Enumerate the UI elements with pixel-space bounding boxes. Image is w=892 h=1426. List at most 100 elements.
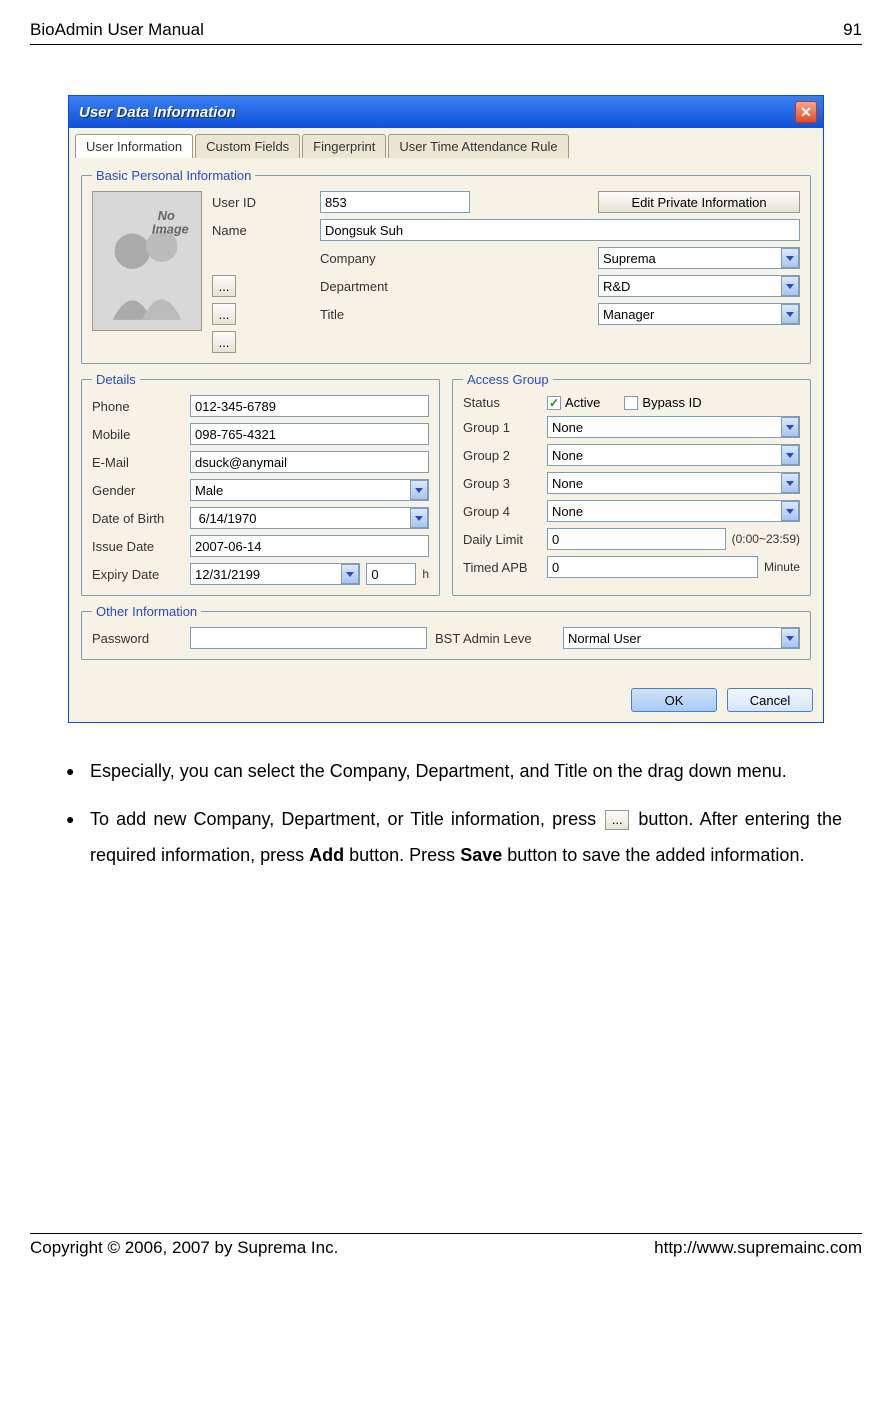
department-label: Department bbox=[320, 279, 590, 294]
gender-label: Gender bbox=[92, 483, 182, 498]
daily-limit-input[interactable] bbox=[547, 528, 726, 550]
cancel-button[interactable]: Cancel bbox=[727, 688, 813, 712]
bst-admin-level-value[interactable] bbox=[563, 627, 800, 649]
other-legend: Other Information bbox=[92, 604, 201, 619]
phone-input[interactable] bbox=[190, 395, 429, 417]
chevron-down-icon[interactable] bbox=[781, 445, 799, 465]
group1-select[interactable] bbox=[547, 416, 800, 438]
timed-apb-label: Timed APB bbox=[463, 560, 539, 575]
chevron-down-icon[interactable] bbox=[781, 628, 799, 648]
other-information-group: Other Information Password BST Admin Lev… bbox=[81, 604, 811, 660]
status-label: Status bbox=[463, 395, 539, 410]
password-input[interactable] bbox=[190, 627, 427, 649]
phone-label: Phone bbox=[92, 399, 182, 414]
edit-private-button[interactable]: Edit Private Information bbox=[598, 191, 800, 213]
title-ellipsis-button[interactable]: ... bbox=[212, 331, 236, 353]
mobile-input[interactable] bbox=[190, 423, 429, 445]
basic-personal-info-group: Basic Personal Information No Image bbox=[81, 168, 811, 364]
group3-label: Group 3 bbox=[463, 476, 539, 491]
group4-select[interactable] bbox=[547, 500, 800, 522]
tab-user-time-attendance-rule[interactable]: User Time Attendance Rule bbox=[388, 134, 568, 158]
bypass-id-checkbox[interactable]: Bypass ID bbox=[624, 395, 701, 410]
tab-user-information[interactable]: User Information bbox=[75, 134, 193, 158]
chevron-down-icon[interactable] bbox=[781, 417, 799, 437]
chevron-down-icon[interactable] bbox=[781, 248, 799, 268]
issue-date-label: Issue Date bbox=[92, 539, 182, 554]
company-value[interactable] bbox=[598, 247, 800, 269]
dialog-title: User Data Information bbox=[75, 104, 236, 121]
group2-value[interactable] bbox=[547, 444, 800, 466]
dob-label: Date of Birth bbox=[92, 511, 182, 526]
expiry-hours-input[interactable] bbox=[366, 563, 416, 585]
group4-label: Group 4 bbox=[463, 504, 539, 519]
checkbox-checked-icon bbox=[547, 396, 561, 410]
group3-value[interactable] bbox=[547, 472, 800, 494]
daily-limit-hint: (0:00~23:59) bbox=[732, 532, 800, 546]
company-select[interactable] bbox=[598, 247, 800, 269]
user-id-input[interactable] bbox=[320, 191, 470, 213]
access-group-legend: Access Group bbox=[463, 372, 553, 387]
add-bold: Add bbox=[309, 845, 344, 865]
expiry-date-value[interactable] bbox=[190, 563, 360, 585]
gender-select[interactable] bbox=[190, 479, 429, 501]
timed-apb-unit: Minute bbox=[764, 560, 800, 574]
group1-value[interactable] bbox=[547, 416, 800, 438]
chevron-down-icon[interactable] bbox=[410, 508, 428, 528]
department-select[interactable] bbox=[598, 275, 800, 297]
header-left: BioAdmin User Manual bbox=[30, 20, 204, 40]
title-select[interactable] bbox=[598, 303, 800, 325]
expiry-h-label: h bbox=[422, 567, 429, 581]
expiry-date-label: Expiry Date bbox=[92, 567, 182, 582]
checkbox-icon bbox=[624, 396, 638, 410]
email-input[interactable] bbox=[190, 451, 429, 473]
tab-custom-fields[interactable]: Custom Fields bbox=[195, 134, 300, 158]
password-label: Password bbox=[92, 631, 182, 646]
expiry-date-select[interactable] bbox=[190, 563, 360, 585]
active-checkbox[interactable]: Active bbox=[547, 395, 600, 410]
bullet-2: To add new Company, Department, or Title… bbox=[90, 801, 842, 873]
daily-limit-label: Daily Limit bbox=[463, 532, 539, 547]
gender-value[interactable] bbox=[190, 479, 429, 501]
group2-select[interactable] bbox=[547, 444, 800, 466]
tab-fingerprint[interactable]: Fingerprint bbox=[302, 134, 386, 158]
tab-body: Basic Personal Information No Image bbox=[69, 158, 823, 678]
svg-text:Image: Image bbox=[152, 222, 189, 237]
bullet-2-text-c: button. Press bbox=[349, 845, 460, 865]
user-id-label: User ID bbox=[212, 195, 312, 210]
chevron-down-icon[interactable] bbox=[781, 304, 799, 324]
user-data-dialog: User Data Information ✕ User Information… bbox=[68, 95, 824, 723]
department-value[interactable] bbox=[598, 275, 800, 297]
user-photo[interactable]: No Image bbox=[92, 191, 202, 331]
company-ellipsis-button[interactable]: ... bbox=[212, 275, 236, 297]
group3-select[interactable] bbox=[547, 472, 800, 494]
dob-value[interactable] bbox=[190, 507, 429, 529]
group2-label: Group 2 bbox=[463, 448, 539, 463]
bypass-id-label: Bypass ID bbox=[642, 395, 701, 410]
svg-text:No: No bbox=[158, 208, 175, 223]
group4-value[interactable] bbox=[547, 500, 800, 522]
bst-admin-level-label: BST Admin Leve bbox=[435, 631, 555, 646]
chevron-down-icon[interactable] bbox=[781, 473, 799, 493]
ok-button[interactable]: OK bbox=[631, 688, 717, 712]
save-bold: Save bbox=[460, 845, 502, 865]
close-icon: ✕ bbox=[800, 104, 812, 121]
footer-right: http://www.supremainc.com bbox=[654, 1238, 862, 1258]
dialog-button-row: OK Cancel bbox=[69, 678, 823, 722]
name-input[interactable] bbox=[320, 219, 800, 241]
timed-apb-input[interactable] bbox=[547, 556, 758, 578]
name-label: Name bbox=[212, 223, 312, 238]
department-ellipsis-button[interactable]: ... bbox=[212, 303, 236, 325]
chevron-down-icon[interactable] bbox=[781, 276, 799, 296]
access-group-group: Access Group Status Active Bypass ID bbox=[452, 372, 811, 596]
chevron-down-icon[interactable] bbox=[410, 480, 428, 500]
dob-select[interactable] bbox=[190, 507, 429, 529]
issue-date-input[interactable] bbox=[190, 535, 429, 557]
chevron-down-icon[interactable] bbox=[341, 564, 359, 584]
bst-admin-level-select[interactable] bbox=[563, 627, 800, 649]
titlebar: User Data Information ✕ bbox=[69, 96, 823, 128]
close-button[interactable]: ✕ bbox=[795, 101, 817, 123]
chevron-down-icon[interactable] bbox=[781, 501, 799, 521]
title-value[interactable] bbox=[598, 303, 800, 325]
no-image-icon: No Image bbox=[93, 192, 201, 330]
bullet-1: Especially, you can select the Company, … bbox=[90, 753, 842, 789]
